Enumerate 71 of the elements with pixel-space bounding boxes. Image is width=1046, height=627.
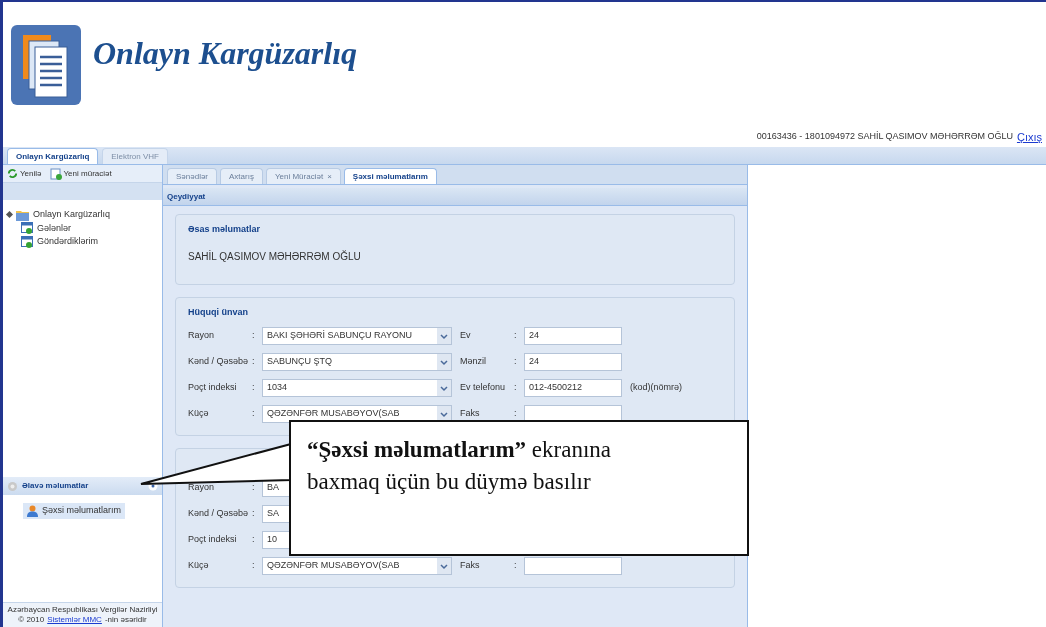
logout-link[interactable]: Çıxış [1016, 128, 1042, 146]
copyright-text: Azərbaycan Respublikası Vergilər Nazirliyi [6, 605, 159, 615]
input-field[interactable] [524, 557, 622, 575]
folder-icon [16, 208, 29, 221]
colon-text: : [252, 407, 256, 421]
dropdown-field[interactable]: QƏZƏNFƏR MUSABƏYOV(SAB [262, 557, 452, 575]
app-title: Onlayn Kargüzarlıq [93, 33, 358, 73]
tab[interactable]: Yeni Müraciət × [265, 168, 341, 184]
user-icon [27, 505, 38, 517]
dropdown-field[interactable]: SABUNÇU ŞTQ [262, 353, 452, 371]
colon-text: : [252, 559, 256, 573]
colon-text: : [514, 381, 518, 395]
group-title: Əsas məlumatlar [188, 223, 262, 236]
group-title: Hüquqi ünvan [188, 305, 249, 319]
company-link[interactable]: Sistemlər MMC [47, 615, 102, 625]
sidebar-item[interactable]: Şəxsi məlumatlarım [23, 503, 126, 519]
accordion-title: Əlavə məlumatlar [22, 480, 89, 492]
colon-text: : [252, 355, 256, 369]
tree-item[interactable]: Onlayn Kargüzarlıq [7, 208, 162, 222]
field-label: Ev telefonu [460, 381, 507, 395]
refresh-icon [7, 168, 18, 179]
colon-text: : [514, 355, 518, 369]
close-icon[interactable]: × [327, 170, 332, 183]
collapse-toggle-icon[interactable] [5, 211, 14, 219]
field-label: Kənd / Qəsəbə [188, 507, 250, 521]
input-field[interactable]: 012-4500212 [524, 379, 622, 397]
tree-item[interactable]: Göndərdiklərim [7, 235, 162, 249]
callout-text: “Şəxsi məlumatlarım” ekranına baxmaq üçün bu düymə basılır [307, 436, 613, 496]
copyright-text: -nin əsəridir [104, 615, 147, 625]
copyright-text: © 2010 [18, 615, 45, 625]
input-field[interactable]: 24 [524, 353, 622, 371]
hint-text: (kod)(nömrə) [630, 381, 682, 395]
field-label: Ev [460, 329, 472, 343]
document-add-icon [49, 167, 62, 180]
tab[interactable]: Axtarış [220, 168, 263, 184]
field-label: Küçə [188, 407, 210, 421]
field-label: Kənd / Qəsəbə [188, 355, 250, 369]
colon-text: : [252, 481, 256, 495]
window-icon [21, 222, 33, 235]
field-label: Rayon [188, 481, 215, 495]
colon-text: : [514, 329, 518, 343]
user-info-text: 00163436 - 1801094972 SAHİL QASIMOV MƏHƏRRƏM OĞLU [756, 130, 1013, 144]
input-field[interactable]: 24 [524, 327, 622, 345]
panel-title: Qeydiyyat [167, 190, 206, 203]
window-icon [21, 235, 33, 248]
field-label: Faks [460, 407, 481, 421]
full-name-text: SAHİL QASIMOV MƏHƏRRƏM OĞLU [188, 249, 362, 264]
tab[interactable]: Şəxsi məlumatlarım [343, 168, 437, 184]
field-label: Mənzil [460, 355, 487, 369]
field-label: Poçt indeksi [188, 533, 238, 547]
field-label: Faks [460, 559, 481, 573]
gear-icon [7, 480, 18, 492]
colon-text: : [252, 329, 256, 343]
dropdown-field[interactable]: BAKI ŞƏHƏRİ SABUNÇU RAYONU [262, 327, 452, 345]
dropdown-field[interactable]: QƏZƏNFƏR MUSABƏYOV(SAB [262, 405, 452, 423]
app-tab[interactable]: Onlayn Kargüzarlıq [7, 148, 99, 164]
field-label: Küçə [188, 559, 210, 573]
colon-text: : [514, 407, 518, 421]
dropdown-field[interactable]: 1034 [262, 379, 452, 397]
colon-text: : [252, 533, 256, 547]
field-label: Poçt indeksi [188, 381, 238, 395]
toolbar-button[interactable]: Yeni müraciət [49, 167, 112, 180]
documents-logo-icon [11, 24, 81, 105]
field-label: Rayon [188, 329, 215, 343]
accordion-header[interactable]: Əlavə məlumatlar [3, 477, 162, 495]
toolbar-button[interactable]: Yenilə [7, 167, 42, 180]
colon-text: : [252, 381, 256, 395]
tab[interactable]: Sənədlər [167, 168, 218, 184]
tree-item[interactable]: Gələnlər [7, 221, 162, 235]
colon-text: : [252, 507, 256, 521]
colon-text: : [514, 559, 518, 573]
